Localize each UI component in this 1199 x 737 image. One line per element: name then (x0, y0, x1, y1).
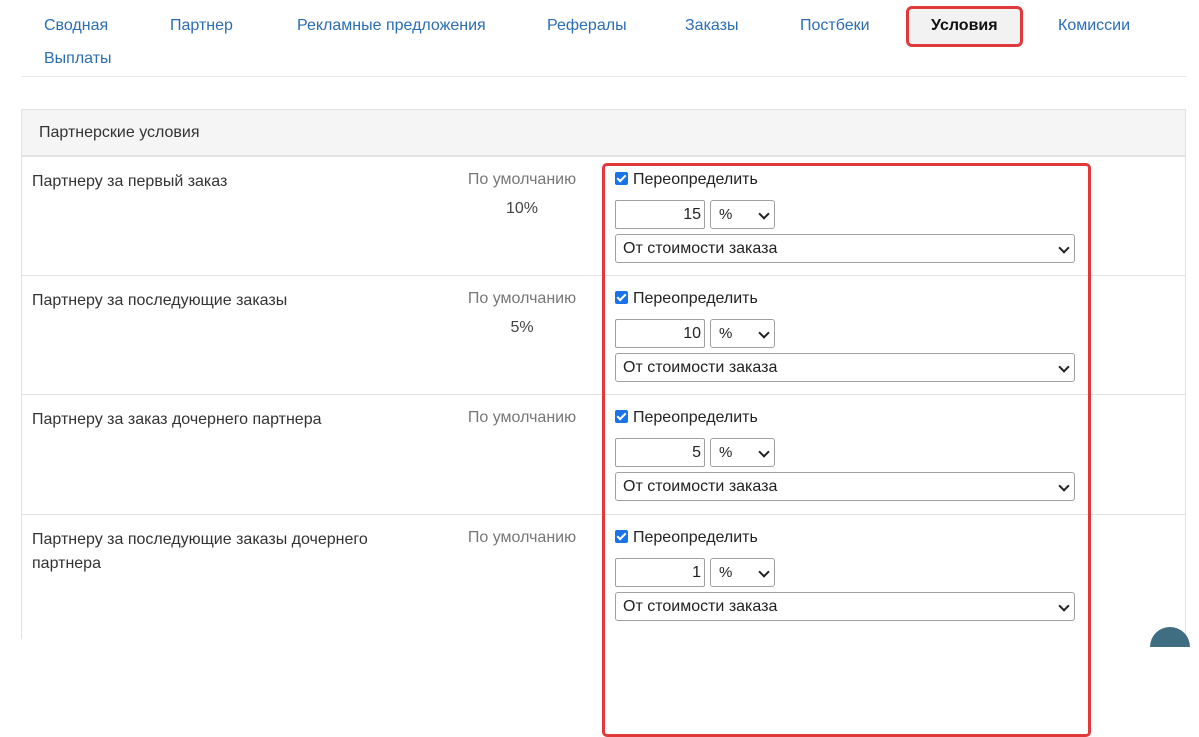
panel-title: Партнерские условия (22, 110, 1185, 156)
tab-offers[interactable]: Рекламные предложения (297, 16, 486, 36)
condition-label: Партнеру за последующие заказы дочернего… (32, 531, 368, 572)
tab-partner[interactable]: Партнер (170, 16, 233, 36)
tab-orders[interactable]: Заказы (685, 16, 738, 36)
tab-postbacks[interactable]: Постбеки (800, 16, 870, 36)
default-value: По умолчанию 5% (452, 289, 592, 338)
condition-label: Партнеру за заказ дочернего партнера (32, 411, 322, 428)
condition-label: Партнеру за первый заказ (32, 173, 228, 190)
default-percent: 10% (505, 200, 539, 217)
default-label: По умолчанию (467, 290, 577, 307)
tab-referrals[interactable]: Рефералы (547, 16, 627, 36)
tab-payouts[interactable]: Выплаты (44, 49, 112, 69)
override-highlight-frame (602, 163, 1091, 737)
default-label: По умолчанию (467, 171, 577, 188)
default-label: По умолчанию (467, 409, 577, 426)
condition-label: Партнеру за последующие заказы (32, 292, 288, 309)
default-label: По умолчанию (467, 529, 577, 546)
tab-conditions[interactable]: Условия (906, 6, 1023, 47)
partner-conditions-panel: Партнерские условия Партнеру за первый з… (21, 109, 1186, 737)
default-value: По умолчанию (452, 528, 592, 548)
default-value: По умолчанию (452, 408, 592, 428)
default-percent: 5% (510, 319, 534, 336)
tab-commissions[interactable]: Комиссии (1058, 16, 1130, 36)
default-value: По умолчанию 10% (452, 170, 592, 219)
tab-summary[interactable]: Сводная (44, 16, 108, 36)
tab-bar: Сводная Партнер Рекламные предложения Ре… (22, 0, 1186, 77)
